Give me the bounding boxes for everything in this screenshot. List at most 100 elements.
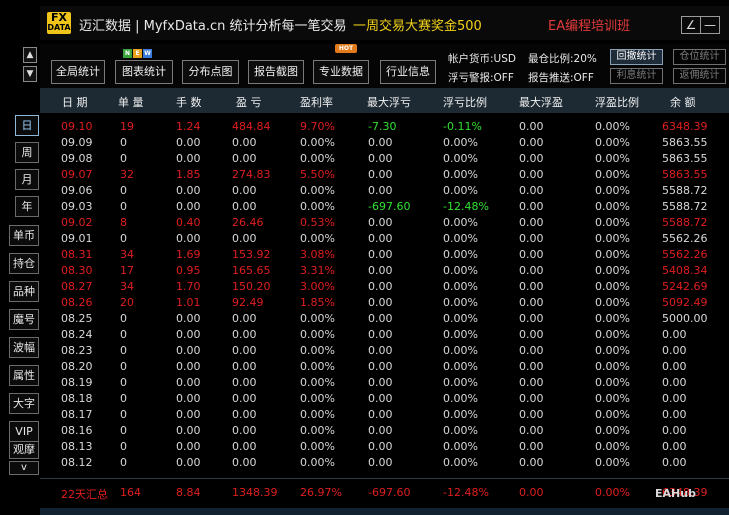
cell-lots: 1.24 (176, 120, 201, 133)
distribution-chart-button[interactable]: 分布点图 (182, 60, 239, 84)
table-row[interactable]: 08.16 0 0.00 0.00 0.00% 0.00 0.00% 0.00 0.00% 0.0… (40, 423, 729, 439)
cell-balance: 0.00 (662, 424, 687, 437)
cell-max-float-profit: 0.00 (519, 168, 544, 181)
table-row[interactable]: 08.30 17 0.95 165.65 3.31% 0.00 0.00% 0.00 0.00%… (40, 263, 729, 279)
table-row[interactable]: 08.13 0 0.00 0.00 0.00% 0.00 0.00% 0.00 0.00% 0.0… (40, 439, 729, 455)
table-row[interactable]: 09.02 8 0.40 26.46 0.53% 0.00 0.00% 0.00 0.00% 55… (40, 215, 729, 231)
cell-date: 09.09 (61, 136, 93, 149)
report-screenshot-button[interactable]: 报告截图 (248, 60, 304, 84)
table-row[interactable]: 08.26 20 1.01 92.49 1.85% 0.00 0.00% 0.00 0.00% 5… (40, 295, 729, 311)
scroll-down-icon[interactable]: ▼ (23, 66, 37, 82)
nav-volatility[interactable]: 波幅 (9, 337, 39, 358)
cell-profit-rate: 0.00% (300, 184, 335, 197)
table-row[interactable]: 09.09 0 0.00 0.00 0.00% 0.00 0.00% 0.00 0.00% 586… (40, 135, 729, 151)
cell-balance: 5588.72 (662, 184, 708, 197)
cell-profit-rate: 0.00% (300, 408, 335, 421)
table-row[interactable]: 08.19 0 0.00 0.00 0.00% 0.00 0.00% 0.00 0.00% 0.0… (40, 375, 729, 391)
table-row[interactable]: 08.20 0 0.00 0.00 0.00% 0.00 0.00% 0.00 0.00% 0.0… (40, 359, 729, 375)
table-row[interactable]: 08.23 0 0.00 0.00 0.00% 0.00 0.00% 0.00 0.00% 0.0… (40, 343, 729, 359)
nav-single-currency[interactable]: 单币 (9, 225, 39, 246)
edit-icon[interactable]: ∠ (681, 16, 701, 34)
cell-date: 09.10 (61, 120, 93, 133)
cell-date: 09.01 (61, 232, 93, 245)
table-row[interactable]: 09.06 0 0.00 0.00 0.00% 0.00 0.00% 0.00 0.00% 558… (40, 183, 729, 199)
col-profit[interactable]: 盈 亏 (236, 94, 262, 110)
summary-divider (40, 478, 729, 479)
cell-float-profit-ratio: 0.00% (595, 200, 630, 213)
nav-vip[interactable]: VIP (9, 421, 39, 442)
nav-month[interactable]: 月 (15, 169, 39, 190)
cell-date: 09.02 (61, 216, 93, 229)
chart-stats-button[interactable]: 图表统计 (115, 60, 173, 84)
cell-profit: 150.20 (232, 280, 271, 293)
nav-observe[interactable]: 观摩 (9, 441, 39, 459)
cell-profit: 0.00 (232, 392, 257, 405)
col-profit-rate[interactable]: 盈利率 (300, 94, 333, 110)
table-row[interactable]: 08.18 0 0.00 0.00 0.00% 0.00 0.00% 0.00 0.00% 0.0… (40, 391, 729, 407)
cell-lots: 0.00 (176, 312, 201, 325)
cell-float-loss-ratio: 0.00% (443, 232, 478, 245)
table-row[interactable]: 09.03 0 0.00 0.00 0.00% -697.60 -12.48% 0.00 0.0… (40, 199, 729, 215)
cell-balance: 0.00 (662, 456, 687, 469)
global-stats-button[interactable]: 全局统计 (51, 60, 105, 84)
ea-training-link[interactable]: EA编程培训班 (548, 15, 630, 34)
nav-more-chevron-icon[interactable]: v (9, 461, 39, 475)
table-row[interactable]: 08.24 0 0.00 0.00 0.00% 0.00 0.00% 0.00 0.00% 0.0… (40, 327, 729, 343)
table-row[interactable]: 09.07 32 1.85 274.83 5.50% 0.00 0.00% 0.00 0.00%… (40, 167, 729, 183)
cell-max-float-profit: 0.00 (519, 376, 544, 389)
col-orders[interactable]: 单 量 (118, 94, 144, 110)
cell-profit: 0.00 (232, 200, 257, 213)
col-float-profit-ratio[interactable]: 浮盈比例 (595, 94, 639, 110)
nav-magic-number[interactable]: 魔号 (9, 309, 39, 330)
nav-symbols[interactable]: 品种 (9, 281, 39, 302)
cell-float-loss-ratio: 0.00% (443, 344, 478, 357)
drawdown-stats-button[interactable]: 回撤统计 (610, 49, 663, 65)
cell-date: 08.13 (61, 440, 93, 453)
nav-large-font[interactable]: 大字 (9, 393, 39, 414)
nav-week[interactable]: 周 (15, 142, 39, 163)
table-row[interactable]: 08.31 34 1.69 153.92 3.08% 0.00 0.00% 0.00 0.00%… (40, 247, 729, 263)
cell-orders: 0 (120, 312, 127, 325)
cell-orders: 0 (120, 424, 127, 437)
cell-lots: 0.00 (176, 392, 201, 405)
rebate-stats-button[interactable]: 返佣统计 (673, 68, 726, 84)
nav-holdings[interactable]: 持仓 (9, 253, 39, 274)
col-balance[interactable]: 余 额 (670, 94, 696, 110)
nav-day[interactable]: 日 (15, 115, 39, 136)
cell-lots: 0.00 (176, 152, 201, 165)
cell-float-loss-ratio: 0.00% (443, 376, 478, 389)
col-date[interactable]: 日 期 (62, 94, 88, 110)
scroll-up-icon[interactable]: ▲ (23, 47, 37, 63)
cell-date: 08.19 (61, 376, 93, 389)
col-lots[interactable]: 手 数 (176, 94, 202, 110)
cell-max-float-loss: -7.30 (368, 120, 397, 133)
table-row[interactable]: 08.25 0 0.00 0.00 0.00% 0.00 0.00% 0.00 0.00% 500… (40, 311, 729, 327)
minimize-button[interactable]: — (700, 16, 720, 34)
table-row[interactable]: 09.08 0 0.00 0.00 0.00% 0.00 0.00% 0.00 0.00% 586… (40, 151, 729, 167)
cell-float-profit-ratio: 0.00% (595, 152, 630, 165)
pro-data-button[interactable]: 专业数据 (313, 60, 369, 84)
table-row[interactable]: 08.17 0 0.00 0.00 0.00% 0.00 0.00% 0.00 0.00% 0.0… (40, 407, 729, 423)
col-float-loss-ratio[interactable]: 浮亏比例 (443, 94, 487, 110)
cell-max-float-profit: 0.00 (519, 456, 544, 469)
col-max-float-profit[interactable]: 最大浮盈 (519, 94, 563, 110)
industry-info-button[interactable]: 行业信息 (380, 60, 436, 84)
nav-attributes[interactable]: 属性 (9, 365, 39, 386)
table-row[interactable]: 09.10 19 1.24 484.84 9.70% -7.30 -0.11% 0.00 0.0… (40, 119, 729, 135)
cell-orders: 20 (120, 296, 134, 309)
account-currency: 帐户货币:USD (448, 53, 516, 65)
cell-profit: 0.00 (232, 360, 257, 373)
nav-year[interactable]: 年 (15, 196, 39, 217)
contest-promo-link[interactable]: 一周交易大赛奖金500 (353, 15, 482, 34)
table-row[interactable]: 08.27 34 1.70 150.20 3.00% 0.00 0.00% 0.00 0.00%… (40, 279, 729, 295)
cell-float-loss-ratio: 0.00% (443, 168, 478, 181)
table-row[interactable]: 09.01 0 0.00 0.00 0.00% 0.00 0.00% 0.00 0.00% 556… (40, 231, 729, 247)
summary-lots: 8.84 (176, 486, 201, 499)
table-row[interactable]: 08.12 0 0.00 0.00 0.00% 0.00 0.00% 0.00 0.00% 0.0… (40, 455, 729, 471)
cell-profit-rate: 0.00% (300, 344, 335, 357)
position-stats-button[interactable]: 仓位统计 (673, 49, 726, 65)
col-max-float-loss[interactable]: 最大浮亏 (367, 94, 411, 110)
cell-max-float-profit: 0.00 (519, 392, 544, 405)
interest-stats-button[interactable]: 利息统计 (610, 68, 663, 84)
cell-profit-rate: 5.50% (300, 168, 335, 181)
